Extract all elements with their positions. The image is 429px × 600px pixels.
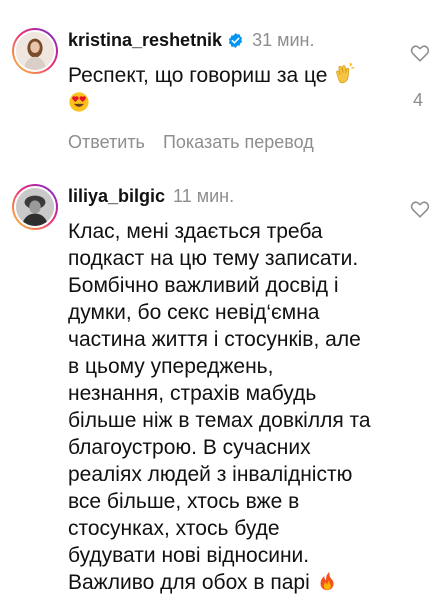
comment-time: 31 мин.	[252, 30, 315, 50]
like-count: 4	[412, 90, 423, 110]
comment-text: Клас, мені здається треба подкаст на цю …	[68, 218, 417, 596]
show-translation-button[interactable]: Показать перевод	[163, 130, 314, 154]
reply-button[interactable]: Ответить	[68, 130, 145, 154]
avatar-photo-icon	[16, 32, 54, 70]
like-heart-icon[interactable]	[409, 198, 429, 220]
heart-eyes-emoji-icon	[68, 91, 90, 113]
avatar-photo-icon	[16, 188, 54, 226]
fire-emoji-icon	[316, 570, 338, 592]
emoji-line	[68, 91, 417, 117]
username[interactable]: kristina_reshetnik	[68, 28, 222, 52]
comment-header: kristina_reshetnik 31 мин.	[68, 28, 417, 52]
comment-time: 11 мин.	[173, 186, 235, 206]
like-heart-icon[interactable]	[409, 42, 429, 64]
comment-text-content: Клас, мені здається треба подкаст на цю …	[68, 220, 371, 594]
comment-text: Респект, що говориш за це	[68, 62, 417, 89]
avatar[interactable]	[12, 28, 58, 74]
comment-text-content: Респект, що говориш за це	[68, 64, 328, 87]
clapping-hands-emoji-icon	[333, 63, 355, 85]
comment-actions: Ответить Показать перевод	[68, 130, 417, 154]
comment-header: liliya_bilgic 11 мин.	[68, 184, 417, 208]
avatar[interactable]	[12, 184, 58, 230]
username[interactable]: liliya_bilgic	[68, 184, 165, 208]
verified-badge-icon	[227, 32, 244, 49]
